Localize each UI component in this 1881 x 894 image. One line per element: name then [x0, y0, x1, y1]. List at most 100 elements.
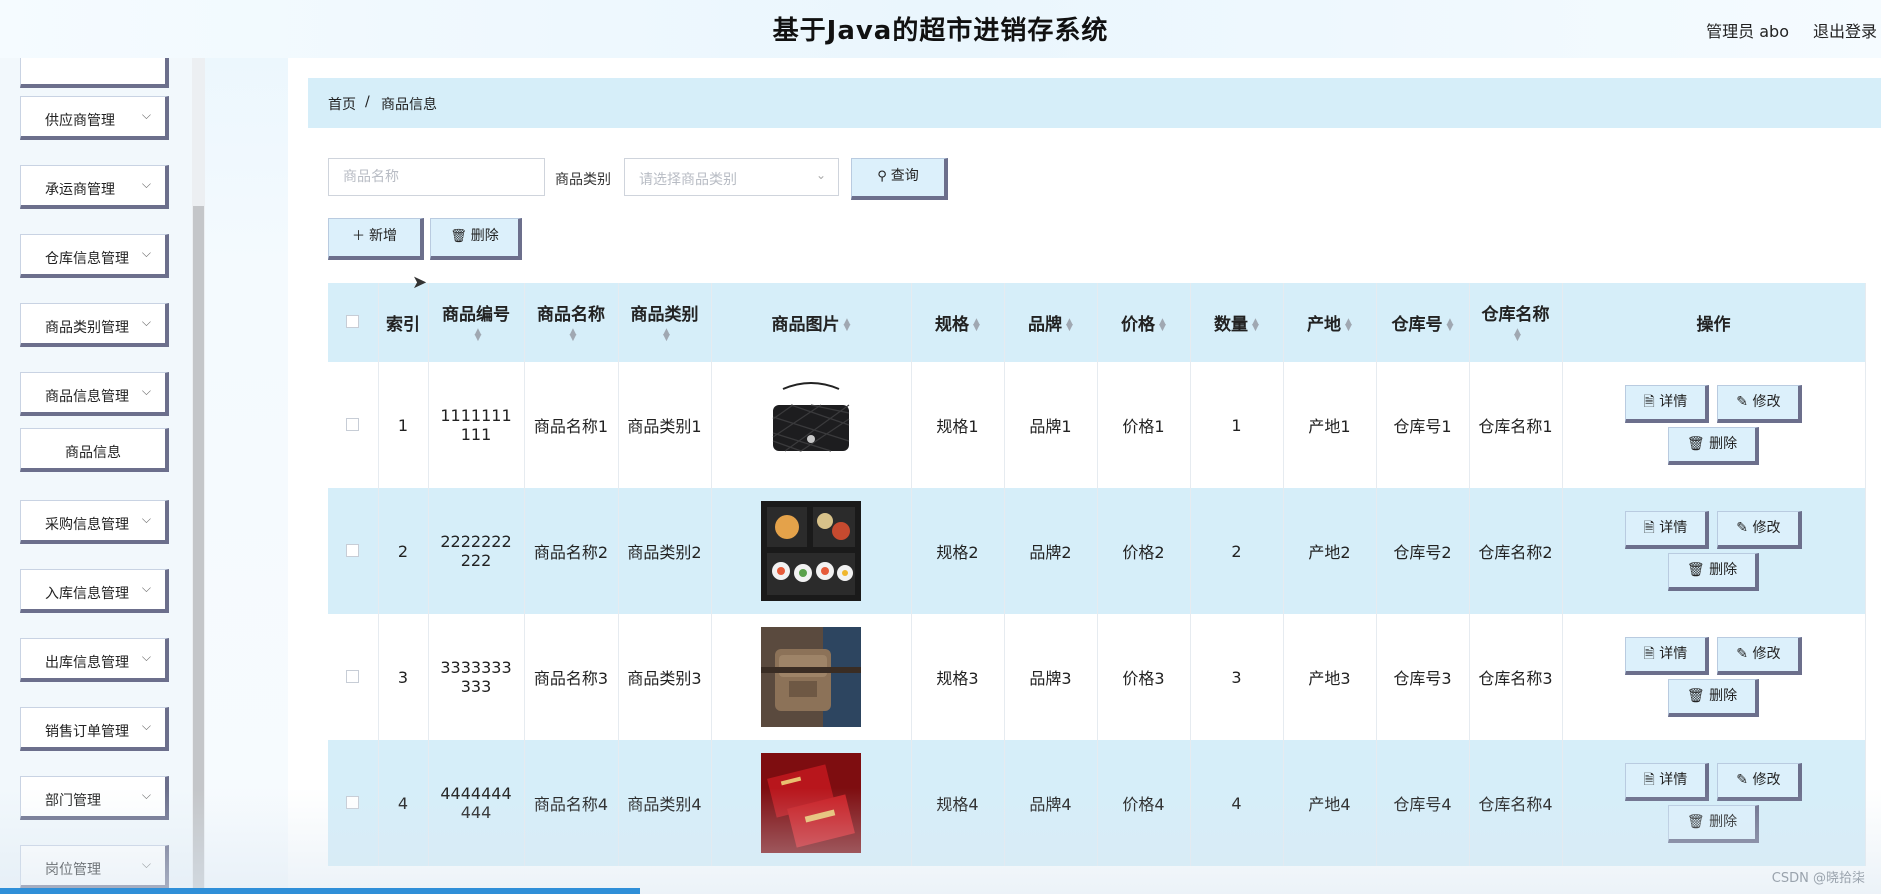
cell-category: 商品类别4: [618, 740, 712, 866]
plus-icon: ＋: [351, 229, 365, 244]
delete-button[interactable]: 🗑 删除: [1667, 679, 1760, 717]
logout-link[interactable]: 退出登录: [1813, 18, 1877, 42]
row-checkbox[interactable]: [346, 543, 360, 557]
sidebar-menu-group[interactable]: 供应商管理 ⌵: [20, 96, 169, 140]
col-wh-no[interactable]: 仓库号 ▲ ▼: [1376, 283, 1470, 362]
select-all-checkbox[interactable]: [346, 314, 360, 328]
product-image[interactable]: [761, 375, 861, 475]
edit-button-label: 修改: [1752, 520, 1781, 536]
delete-button-label: 删除: [1709, 688, 1738, 704]
detail-button[interactable]: 🗎 详情: [1624, 511, 1710, 549]
cell-price: 价格2: [1097, 488, 1191, 614]
query-button[interactable]: ⚲ 查询: [851, 158, 948, 200]
sidebar-menu-item[interactable]: [20, 58, 169, 88]
delete-button[interactable]: 🗑 删除: [1667, 553, 1760, 591]
row-select-cell[interactable]: [328, 740, 379, 866]
sidebar-menu-group[interactable]: 岗位管理 ⌵: [20, 845, 169, 889]
col-index[interactable]: 索引: [378, 283, 429, 362]
table-row[interactable]: 2 2222222222 商品名称2 商品类别2 规格2 品牌2 价格2 2 产地2 仓库号2 仓库…: [328, 488, 1866, 614]
col-code[interactable]: 商品编号 ▲ ▼: [428, 283, 525, 362]
row-checkbox[interactable]: [346, 669, 360, 683]
cell-spec: 规格2: [911, 488, 1005, 614]
cell-qty: 1: [1190, 362, 1284, 488]
sort-icon[interactable]: ▲ ▼: [1447, 318, 1454, 333]
document-icon: 🗎: [1643, 772, 1660, 788]
col-spec[interactable]: 规格 ▲ ▼: [911, 283, 1005, 362]
table-row[interactable]: 4 4444444444 商品名称4 商品类别4 规格4 品牌4 价格4 4 产地4 仓库号4 仓库…: [328, 740, 1866, 866]
detail-button[interactable]: 🗎 详情: [1624, 385, 1710, 423]
table-row[interactable]: 1 1111111111 商品名称1 商品类别1 规格1 品牌1 价格1 1 产地1 仓库号1 仓库…: [328, 362, 1866, 488]
sort-icon[interactable]: ▲ ▼: [1066, 318, 1073, 333]
col-origin[interactable]: 产地 ▲ ▼: [1283, 283, 1377, 362]
sidebar-menu-group[interactable]: 商品信息管理 ⌵: [20, 372, 169, 416]
sort-icon[interactable]: ▲ ▼: [1159, 318, 1166, 333]
batch-delete-button[interactable]: 🗑 删除: [430, 218, 522, 260]
loading-bar: [0, 888, 640, 894]
edit-button[interactable]: ✎ 修改: [1717, 763, 1803, 801]
col-name[interactable]: 商品名称 ▲ ▼: [524, 283, 619, 362]
detail-button[interactable]: 🗎 详情: [1624, 637, 1710, 675]
col-image[interactable]: 商品图片 ▲ ▼: [711, 283, 912, 362]
sidebar-menu-group[interactable]: 采购信息管理 ⌵: [20, 500, 169, 544]
sidebar-menu-group[interactable]: 出库信息管理 ⌵: [20, 638, 169, 682]
edit-button-label: 修改: [1752, 772, 1781, 788]
sort-icon[interactable]: ▲ ▼: [1252, 318, 1259, 333]
sidebar-menu-group[interactable]: 商品类别管理 ⌵: [20, 303, 169, 347]
chevron-down-icon: ⌵: [141, 788, 151, 802]
chevron-down-icon: ⌵: [141, 857, 151, 871]
delete-button[interactable]: 🗑 删除: [1667, 805, 1760, 843]
col-price[interactable]: 价格 ▲ ▼: [1097, 283, 1191, 362]
sidebar-menu-group[interactable]: 承运商管理 ⌵: [20, 165, 169, 209]
row-checkbox[interactable]: [346, 795, 360, 809]
sidebar-menu-label: 承运商管理: [45, 182, 115, 198]
sidebar-menu-group[interactable]: 部门管理 ⌵: [20, 776, 169, 820]
edit-button[interactable]: ✎ 修改: [1717, 511, 1803, 549]
breadcrumb-separator: /: [365, 94, 370, 110]
chevron-down-icon: ⌵: [141, 650, 151, 664]
sort-icon[interactable]: ▲ ▼: [844, 318, 851, 333]
col-qty[interactable]: 数量 ▲ ▼: [1190, 283, 1284, 362]
col-brand[interactable]: 品牌 ▲ ▼: [1004, 283, 1098, 362]
pencil-icon: ✎: [1736, 772, 1753, 788]
detail-button-label: 详情: [1659, 394, 1688, 410]
delete-button-label: 删除: [1709, 436, 1738, 452]
select-all-cell[interactable]: [328, 283, 379, 362]
product-name-input[interactable]: [328, 158, 545, 196]
breadcrumb-home[interactable]: 首页: [328, 94, 356, 114]
detail-button[interactable]: 🗎 详情: [1624, 763, 1710, 801]
sort-icon[interactable]: ▲ ▼: [570, 328, 577, 343]
chevron-down-icon: ⌵: [141, 512, 151, 526]
delete-button[interactable]: 🗑 删除: [1667, 427, 1760, 465]
col-origin-label: 产地: [1307, 315, 1342, 335]
add-button-label: 新增: [369, 228, 397, 244]
row-checkbox[interactable]: [346, 417, 360, 431]
add-button[interactable]: ＋ 新增: [328, 218, 424, 260]
sort-icon[interactable]: ▲ ▼: [663, 328, 670, 343]
row-select-cell[interactable]: [328, 614, 379, 740]
col-category[interactable]: 商品类别 ▲ ▼: [618, 283, 712, 362]
table-row[interactable]: 3 3333333333 商品名称3 商品类别3 规格3 品牌3 价格3 3 产地3 仓库号3 仓库…: [328, 614, 1866, 740]
sidebar-menu-group[interactable]: 销售订单管理 ⌵: [20, 707, 169, 751]
sidebar-menu-group[interactable]: 仓库信息管理 ⌵: [20, 234, 169, 278]
chevron-down-icon: ⌄: [815, 168, 826, 182]
product-image[interactable]: [761, 627, 861, 727]
row-select-cell[interactable]: [328, 488, 379, 614]
category-select[interactable]: 请选择商品类别 ⌄: [624, 158, 839, 196]
col-wh-name[interactable]: 仓库名称 ▲ ▼: [1469, 283, 1563, 362]
sort-icon[interactable]: ▲ ▼: [1514, 328, 1521, 343]
product-image[interactable]: [761, 753, 861, 853]
cell-origin: 产地1: [1283, 362, 1377, 488]
cell-wh-name: 仓库名称2: [1469, 488, 1563, 614]
sidebar-menu-item[interactable]: 商品信息: [20, 428, 169, 472]
cell-origin: 产地4: [1283, 740, 1377, 866]
sidebar-menu-group[interactable]: 入库信息管理 ⌵: [20, 569, 169, 613]
sort-icon[interactable]: ▲ ▼: [973, 318, 980, 333]
sidebar-scrollbar-thumb[interactable]: [193, 206, 204, 894]
sort-icon[interactable]: ▲ ▼: [475, 328, 482, 343]
trash-icon: 🗑: [1686, 436, 1710, 452]
edit-button[interactable]: ✎ 修改: [1717, 637, 1803, 675]
edit-button[interactable]: ✎ 修改: [1717, 385, 1803, 423]
sort-icon[interactable]: ▲ ▼: [1345, 318, 1352, 333]
product-image[interactable]: [761, 501, 861, 601]
row-select-cell[interactable]: [328, 362, 379, 488]
